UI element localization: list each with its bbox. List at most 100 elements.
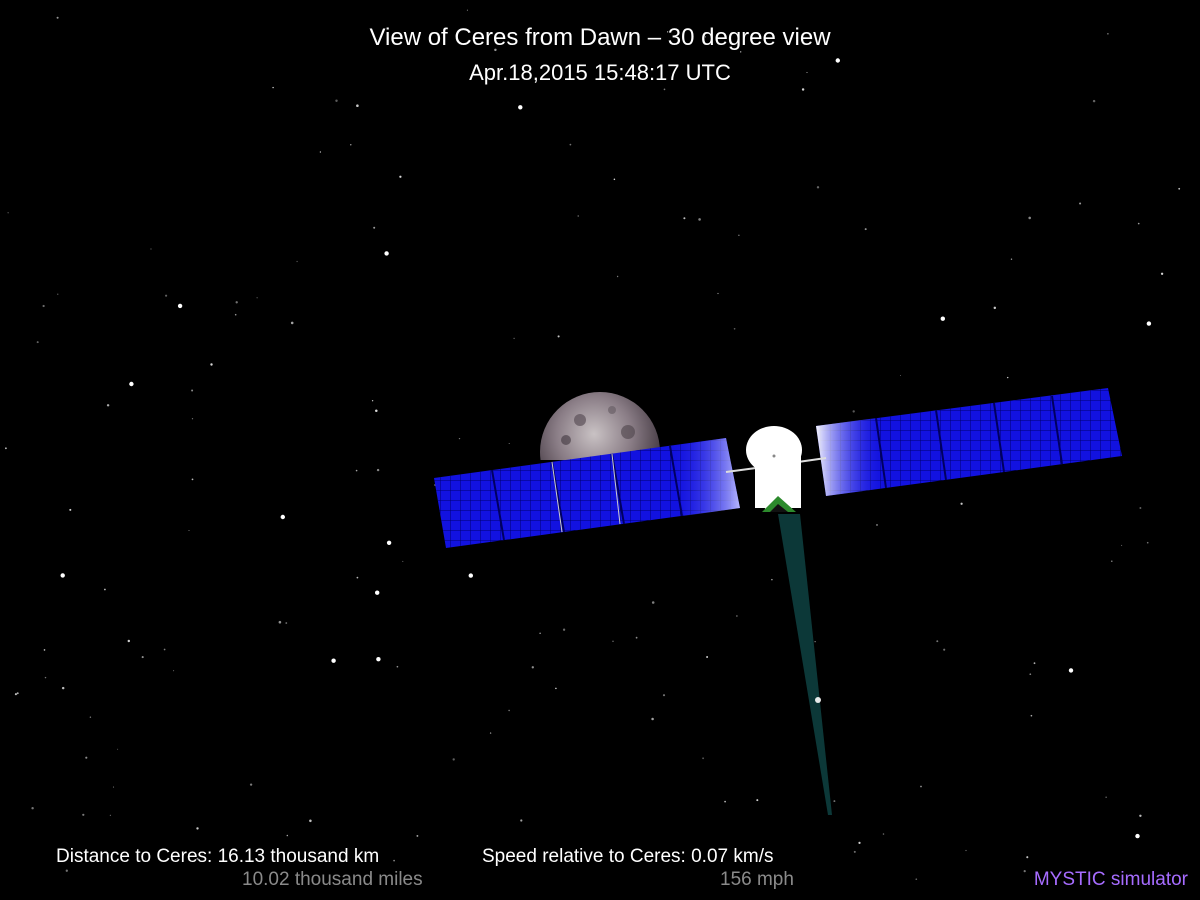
star xyxy=(702,757,705,760)
star xyxy=(191,389,194,392)
star xyxy=(833,800,836,803)
star xyxy=(1160,272,1164,275)
star xyxy=(736,615,738,617)
star xyxy=(280,514,285,520)
star xyxy=(936,640,939,643)
timestamp: Apr.18,2015 15:48:17 UTC xyxy=(469,60,731,85)
star xyxy=(816,186,820,189)
star xyxy=(1092,99,1096,103)
star xyxy=(852,410,855,413)
star xyxy=(196,827,199,830)
star xyxy=(1146,321,1152,326)
star xyxy=(508,442,510,445)
star xyxy=(520,819,523,822)
star xyxy=(150,248,152,250)
star xyxy=(82,813,85,816)
star xyxy=(915,878,918,881)
star xyxy=(1030,714,1033,717)
star xyxy=(724,800,726,803)
star xyxy=(285,622,288,624)
star xyxy=(85,756,88,759)
star xyxy=(331,658,336,663)
star xyxy=(129,381,134,387)
speed-mph-readout: 156 mph xyxy=(720,869,794,890)
star xyxy=(1139,814,1142,817)
star xyxy=(940,316,945,321)
star xyxy=(393,859,395,862)
star xyxy=(355,469,358,472)
star xyxy=(616,275,619,278)
star xyxy=(234,313,237,316)
star xyxy=(513,337,515,340)
star xyxy=(1068,668,1074,673)
star xyxy=(717,292,719,295)
star xyxy=(965,849,967,852)
star xyxy=(356,576,359,579)
star xyxy=(14,693,17,696)
star xyxy=(42,304,45,308)
ion-thruster-beam-icon xyxy=(778,514,832,815)
star xyxy=(399,175,402,178)
star xyxy=(173,670,175,672)
speed-readout: Speed relative to Ceres: 0.07 km/s xyxy=(482,846,774,867)
star xyxy=(801,88,805,91)
star xyxy=(1139,507,1142,509)
beam-highlight xyxy=(815,697,821,703)
star xyxy=(376,657,381,662)
star xyxy=(210,363,213,366)
star xyxy=(1137,222,1140,225)
star xyxy=(1135,833,1140,839)
star xyxy=(569,143,572,146)
star xyxy=(814,641,816,643)
star xyxy=(466,9,468,11)
star xyxy=(900,375,901,376)
star xyxy=(683,217,686,220)
star xyxy=(89,716,92,718)
star xyxy=(562,628,566,631)
star xyxy=(531,666,534,669)
star xyxy=(1023,869,1026,873)
scene-canvas xyxy=(5,9,1181,881)
star xyxy=(468,573,473,578)
simulator-viewport: View of Ceres from Dawn – 30 degree view… xyxy=(0,0,1200,900)
star xyxy=(373,226,376,229)
star xyxy=(376,468,380,472)
star xyxy=(1121,544,1123,546)
star xyxy=(452,758,455,761)
star xyxy=(539,632,541,634)
star xyxy=(1178,187,1181,190)
star xyxy=(858,841,861,845)
star xyxy=(127,639,131,643)
star xyxy=(106,404,110,407)
star xyxy=(69,508,72,511)
star xyxy=(651,717,654,721)
star xyxy=(882,833,885,835)
star xyxy=(508,709,510,712)
star xyxy=(662,694,666,697)
star xyxy=(31,806,34,810)
star xyxy=(396,665,399,668)
star xyxy=(191,418,194,420)
star xyxy=(272,86,274,89)
star xyxy=(1028,216,1031,220)
star xyxy=(1029,673,1032,676)
star xyxy=(943,648,946,651)
star xyxy=(1026,856,1029,859)
star xyxy=(44,676,47,679)
star xyxy=(384,251,389,256)
star xyxy=(356,104,359,107)
star xyxy=(489,732,492,734)
star xyxy=(335,99,338,103)
star xyxy=(402,560,404,562)
star xyxy=(256,297,258,299)
star xyxy=(1010,258,1013,260)
view-title: View of Ceres from Dawn – 30 degree view xyxy=(369,24,831,51)
star xyxy=(635,636,638,639)
star xyxy=(350,144,352,146)
star xyxy=(1033,662,1036,665)
star xyxy=(458,437,461,440)
solar-panel-icon xyxy=(816,388,1122,496)
star xyxy=(1111,560,1113,563)
star xyxy=(375,590,380,595)
star xyxy=(1146,541,1149,544)
